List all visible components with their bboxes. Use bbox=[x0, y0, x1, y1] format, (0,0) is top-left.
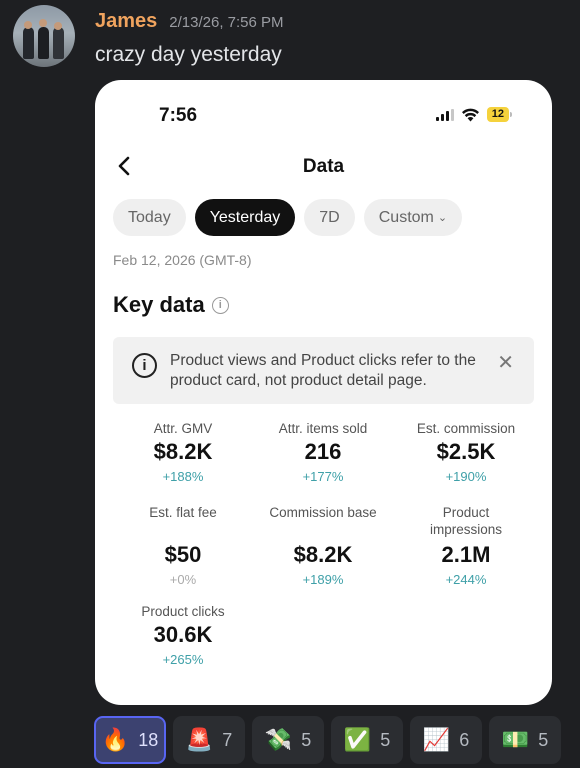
metric-value: $8.2K bbox=[153, 439, 213, 464]
info-notice: i Product views and Product clicks refer… bbox=[113, 337, 534, 404]
fire-icon: 🔥 bbox=[101, 727, 130, 752]
tab-label: Yesterday bbox=[209, 208, 281, 226]
metric-commission-base[interactable]: Commission base $8.2K +189% bbox=[253, 504, 393, 587]
info-circle-icon: i bbox=[132, 353, 157, 378]
tab-today[interactable]: Today bbox=[113, 199, 186, 236]
metric-label: Attr. items sold bbox=[278, 421, 368, 436]
chevron-down-icon: ⌄ bbox=[437, 212, 448, 224]
reaction-count: 5 bbox=[380, 729, 391, 750]
metric-change: +244% bbox=[445, 572, 487, 587]
metric-est-flat-fee[interactable]: Est. flat fee $50 +0% bbox=[113, 504, 253, 587]
notice-text: Product views and Product clicks refer t… bbox=[170, 352, 476, 389]
info-icon[interactable]: i bbox=[211, 296, 229, 314]
siren-icon: 🚨 bbox=[185, 727, 214, 752]
metric-attr-items-sold[interactable]: Attr. items sold 216 +177% bbox=[253, 420, 393, 484]
reaction-siren[interactable]: 🚨 7 bbox=[173, 716, 245, 764]
metric-value: 30.6K bbox=[153, 622, 213, 647]
metric-label: Commission base bbox=[269, 505, 377, 520]
tab-7d[interactable]: 7D bbox=[304, 199, 355, 236]
metric-attr-gmv[interactable]: Attr. GMV $8.2K +188% bbox=[113, 420, 253, 484]
status-time: 7:56 bbox=[159, 105, 198, 126]
status-icons: 12 bbox=[435, 107, 512, 122]
metric-change: +189% bbox=[302, 572, 344, 587]
reaction-count: 7 bbox=[222, 729, 233, 750]
metric-value: $8.2K bbox=[293, 542, 353, 567]
metric-label: Product clicks bbox=[141, 604, 225, 619]
message-timestamp: 2/13/26, 7:56 PM bbox=[169, 14, 284, 31]
metric-change: +265% bbox=[162, 652, 204, 667]
metric-value: 216 bbox=[304, 439, 342, 464]
reaction-count: 6 bbox=[459, 729, 470, 750]
metric-label: Est. flat fee bbox=[149, 505, 217, 520]
reaction-fire[interactable]: 🔥 18 bbox=[94, 716, 166, 764]
tab-custom[interactable]: Custom ⌄ bbox=[363, 199, 463, 236]
reaction-count: 5 bbox=[538, 729, 549, 750]
reaction-dollar-banknote[interactable]: 💵 5 bbox=[489, 716, 561, 764]
reaction-chart-increasing[interactable]: 📈 6 bbox=[410, 716, 482, 764]
close-icon[interactable]: ✕ bbox=[497, 350, 514, 375]
reaction-bar: 🔥 18 🚨 7 💸 5 ✅ 5 📈 6 💵 5 bbox=[94, 716, 561, 764]
reaction-check-mark[interactable]: ✅ 5 bbox=[331, 716, 403, 764]
avatar[interactable] bbox=[13, 5, 75, 67]
tab-label: Custom bbox=[378, 208, 434, 226]
metric-value: $50 bbox=[164, 542, 202, 567]
date-label: Feb 12, 2026 (GMT-8) bbox=[113, 252, 252, 268]
metric-change: +177% bbox=[302, 469, 344, 484]
page-title: Data bbox=[302, 156, 345, 177]
metric-product-clicks[interactable]: Product clicks 30.6K +265% bbox=[113, 603, 253, 667]
tab-label: Today bbox=[128, 208, 171, 226]
metric-value: $2.5K bbox=[436, 439, 496, 464]
metric-product-impressions[interactable]: Product impressions 2.1M +244% bbox=[396, 504, 536, 587]
check-mark-icon: ✅ bbox=[343, 727, 372, 752]
section-title: Key data i bbox=[113, 292, 229, 318]
reaction-money-wings[interactable]: 💸 5 bbox=[252, 716, 324, 764]
metric-change: +0% bbox=[169, 572, 197, 587]
attached-screenshot[interactable]: 7:56 12 Data Today Yesterday 7D Custom ⌄ … bbox=[95, 80, 552, 705]
metric-change: +188% bbox=[162, 469, 204, 484]
metric-value: 2.1M bbox=[441, 542, 491, 567]
reaction-count: 5 bbox=[301, 729, 312, 750]
metric-label: Product impressions bbox=[429, 505, 503, 537]
tab-label: 7D bbox=[319, 208, 340, 226]
chart-increasing-icon: 📈 bbox=[422, 727, 451, 752]
money-wings-icon: 💸 bbox=[264, 727, 293, 752]
metric-est-commission[interactable]: Est. commission $2.5K +190% bbox=[396, 420, 536, 484]
date-range-tabs: Today Yesterday 7D Custom ⌄ bbox=[113, 199, 463, 236]
section-title-text: Key data bbox=[113, 292, 205, 317]
metric-label: Attr. GMV bbox=[153, 421, 213, 436]
reaction-count: 18 bbox=[138, 729, 159, 750]
username[interactable]: James bbox=[95, 10, 157, 33]
battery-icon: 12 bbox=[486, 107, 512, 122]
metric-label: Est. commission bbox=[416, 421, 516, 436]
message-header: James 2/13/26, 7:56 PM bbox=[95, 10, 284, 33]
battery-level: 12 bbox=[486, 107, 509, 122]
wifi-icon bbox=[461, 108, 479, 121]
tab-yesterday[interactable]: Yesterday bbox=[194, 199, 296, 236]
message-text: crazy day yesterday bbox=[95, 43, 282, 66]
dollar-banknote-icon: 💵 bbox=[501, 727, 530, 752]
metric-change: +190% bbox=[445, 469, 487, 484]
cellular-signal-icon bbox=[435, 108, 454, 121]
